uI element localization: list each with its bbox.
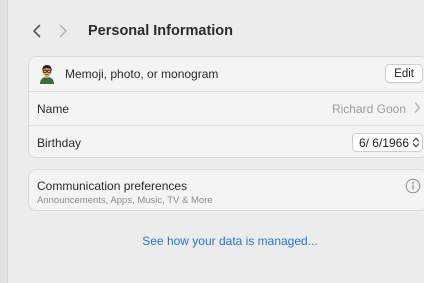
communication-preferences-subtitle: Announcements, Apps, Music, TV & More: [37, 195, 213, 206]
chevron-right-icon: [414, 102, 421, 116]
name-value: Richard Goon: [331, 102, 406, 116]
chevron-left-icon: [32, 24, 42, 38]
edit-button[interactable]: Edit: [385, 64, 423, 83]
name-label: Name: [37, 101, 70, 116]
profile-card: Memoji, photo, or monogram Edit Name Ric…: [28, 56, 424, 158]
chevron-right-icon: [58, 24, 68, 38]
memoji-label: Memoji, photo, or monogram: [65, 67, 219, 81]
communication-preferences-title: Communication preferences: [37, 179, 188, 193]
name-row[interactable]: Name Richard Goon: [29, 91, 424, 125]
birthday-date-field[interactable]: 6/ 6/1966: [351, 133, 423, 152]
data-management-link[interactable]: See how your data is managed...: [0, 234, 424, 248]
birthday-value: 6/ 6/1966: [358, 135, 409, 150]
name-value-group: Richard Goon: [332, 92, 421, 126]
page-title: Personal Information: [88, 23, 234, 39]
memoji-row: Memoji, photo, or monogram Edit: [29, 57, 424, 91]
stepper-icon[interactable]: [412, 136, 420, 149]
memoji-icon: [37, 64, 57, 84]
birthday-row: Birthday 6/ 6/1966: [29, 125, 424, 157]
back-button[interactable]: [24, 18, 50, 44]
header: Personal Information: [24, 18, 233, 44]
info-icon[interactable]: [405, 178, 421, 199]
birthday-label: Birthday: [37, 135, 82, 150]
communication-preferences-card[interactable]: Communication preferences Announcements,…: [28, 169, 424, 211]
forward-button[interactable]: [50, 18, 76, 44]
settings-window: Personal Information Memoji, photo, or m…: [0, 0, 424, 283]
